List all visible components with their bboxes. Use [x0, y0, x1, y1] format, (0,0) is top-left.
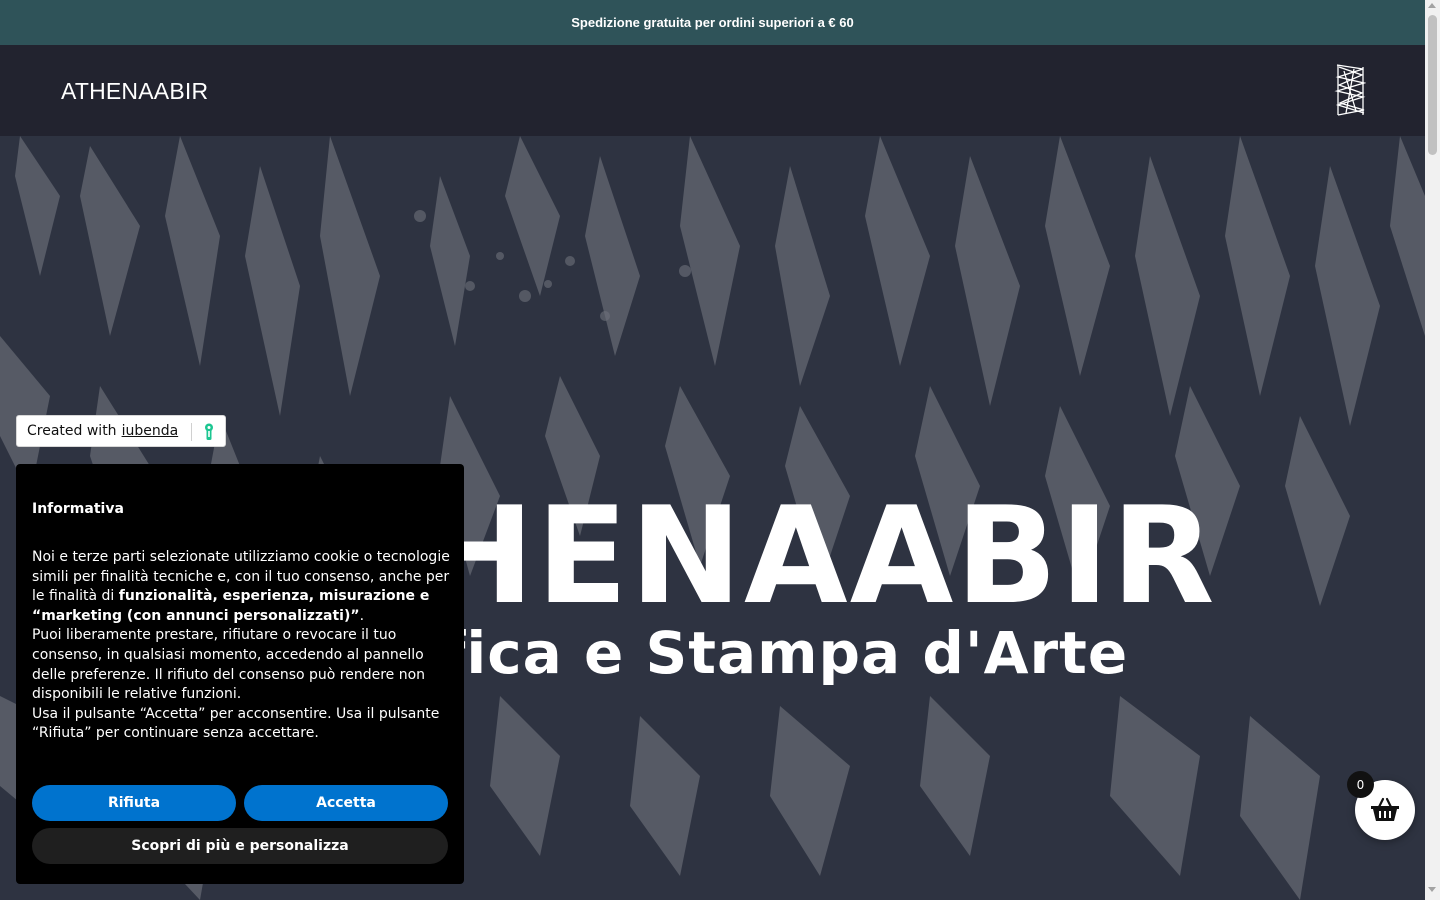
cart-count-badge: 0 — [1347, 771, 1374, 798]
cookie-paragraph-2: Puoi liberamente prestare, rifiutare o r… — [32, 627, 426, 703]
cookie-banner: Informativa Noi e terze parti selezionat… — [16, 464, 464, 884]
cookie-p1-c: . — [359, 607, 365, 624]
scroll-thumb[interactable] — [1428, 15, 1437, 155]
cookie-banner-title: Informativa — [32, 501, 124, 517]
iubenda-divider — [191, 423, 192, 441]
customize-button[interactable]: Scopri di più e personalizza — [32, 828, 448, 864]
scroll-down-arrow-icon[interactable] — [1428, 887, 1436, 892]
accept-button[interactable]: Accetta — [244, 785, 448, 821]
scroll-up-arrow-icon[interactable] — [1428, 3, 1436, 8]
reject-button[interactable]: Rifiuta — [32, 785, 236, 821]
iubenda-prefix: Created with — [27, 423, 117, 439]
announcement-bar: Spedizione gratuita per ordini superiori… — [0, 0, 1425, 45]
athenaabir-monogram-icon[interactable] — [1334, 63, 1366, 117]
page-scrollbar[interactable] — [1425, 0, 1440, 900]
site-header: ATHENAABIR — [0, 45, 1425, 136]
iubenda-badge[interactable]: Created with iubenda — [16, 415, 226, 447]
cookie-banner-text: Noi e terze parti selezionate utilizziam… — [32, 548, 452, 744]
site-logo-link[interactable]: ATHENAABIR — [61, 78, 208, 105]
cookie-paragraph-1: Noi e terze parti selezionate utilizziam… — [32, 548, 452, 626]
announcement-text: Spedizione gratuita per ordini superiori… — [571, 15, 854, 30]
iubenda-keyhole-icon — [205, 423, 213, 440]
basket-icon — [1371, 797, 1399, 821]
iubenda-link[interactable]: iubenda — [122, 423, 179, 439]
cookie-paragraph-3: Usa il pulsante “Accetta” per acconsenti… — [32, 705, 440, 742]
